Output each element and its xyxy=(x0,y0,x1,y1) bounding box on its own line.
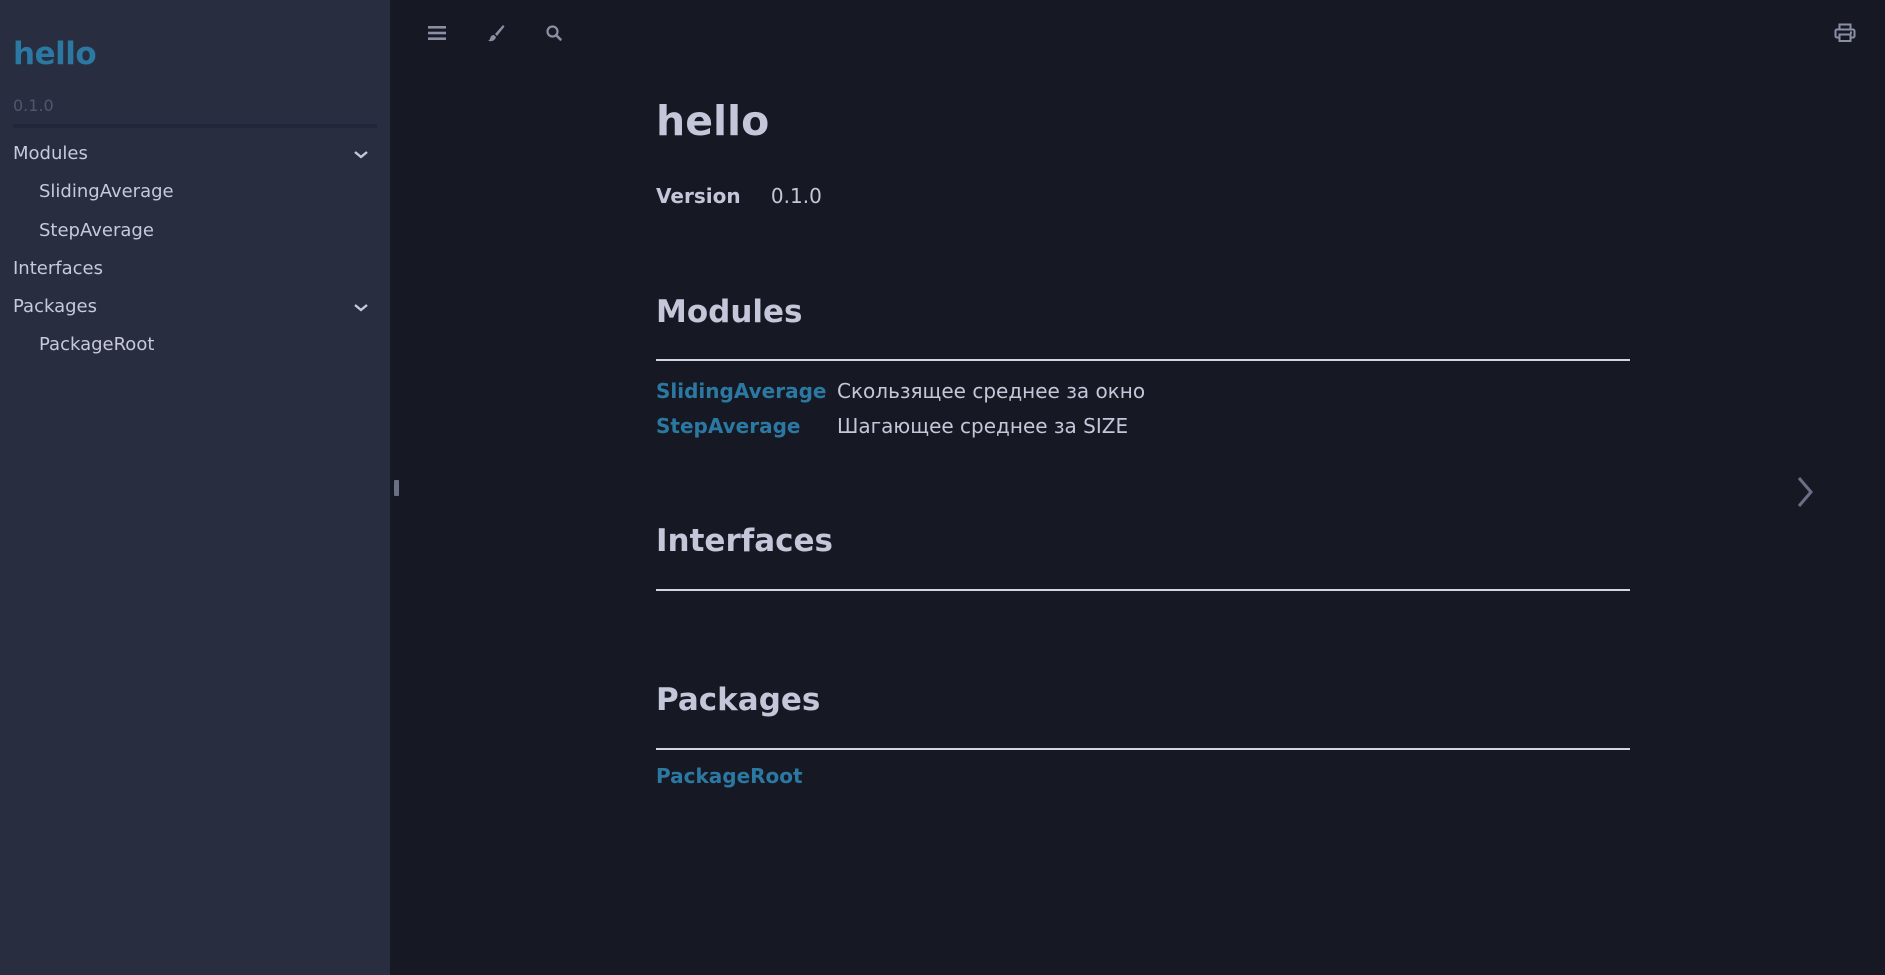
package-link-packageroot[interactable]: PackageRoot xyxy=(656,759,803,794)
section-heading-packages: Packages xyxy=(656,682,821,718)
sidebar-item-packageroot[interactable]: PackageRoot xyxy=(39,330,377,360)
section-heading-modules: Modules xyxy=(656,294,803,330)
theme-button[interactable] xyxy=(481,18,511,48)
search-button[interactable] xyxy=(539,18,569,48)
chevron-down-icon[interactable] xyxy=(353,292,369,322)
print-button[interactable] xyxy=(1830,18,1860,48)
sidebar-item-packages[interactable]: Packages xyxy=(13,292,377,322)
sidebar-item-label: Modules xyxy=(13,143,88,164)
sidebar-version: 0.1.0 xyxy=(13,96,54,115)
list-item: SlidingAverage Скользящее среднее за окн… xyxy=(656,374,1630,409)
page-title: hello xyxy=(656,97,770,145)
sidebar-item-label: StepAverage xyxy=(39,220,154,241)
section-divider xyxy=(656,589,1630,591)
module-link-stepaverage[interactable]: StepAverage xyxy=(656,409,800,444)
sidebar: hello 0.1.0 Modules SlidingAverage StepA… xyxy=(0,0,390,975)
section-divider xyxy=(656,748,1630,750)
module-description: Шагающее среднее за SIZE xyxy=(837,414,1129,438)
section-heading-interfaces: Interfaces xyxy=(656,523,833,559)
sidebar-divider xyxy=(13,124,377,128)
next-page-button[interactable] xyxy=(1780,466,1830,516)
sidebar-item-label: Interfaces xyxy=(13,258,103,279)
sidebar-item-modules[interactable]: Modules xyxy=(13,139,377,169)
sidebar-item-stepaverage[interactable]: StepAverage xyxy=(39,216,377,246)
chevron-down-icon[interactable] xyxy=(353,139,369,169)
list-item: PackageRoot xyxy=(656,759,1630,794)
version-value: 0.1.0 xyxy=(770,184,822,208)
sidebar-item-slidingaverage[interactable]: SlidingAverage xyxy=(39,177,377,207)
version-row: Version 0.1.0 xyxy=(656,184,822,208)
sidebar-item-label: PackageRoot xyxy=(39,334,155,355)
version-label: Version xyxy=(656,184,741,208)
section-divider xyxy=(656,359,1630,361)
sidebar-resize-handle[interactable] xyxy=(394,480,399,496)
sidebar-item-interfaces[interactable]: Interfaces xyxy=(13,254,377,284)
list-item: StepAverage Шагающее среднее за SIZE xyxy=(656,409,1630,444)
page: hello 0.1.0 Modules SlidingAverage StepA… xyxy=(0,0,1885,975)
sidebar-item-label: Packages xyxy=(13,296,97,317)
module-description: Скользящее среднее за окно xyxy=(837,379,1146,403)
sidebar-title[interactable]: hello xyxy=(13,36,97,72)
sidebar-item-label: SlidingAverage xyxy=(39,181,174,202)
menu-toggle-button[interactable] xyxy=(422,18,452,48)
module-link-slidingaverage[interactable]: SlidingAverage xyxy=(656,374,826,409)
